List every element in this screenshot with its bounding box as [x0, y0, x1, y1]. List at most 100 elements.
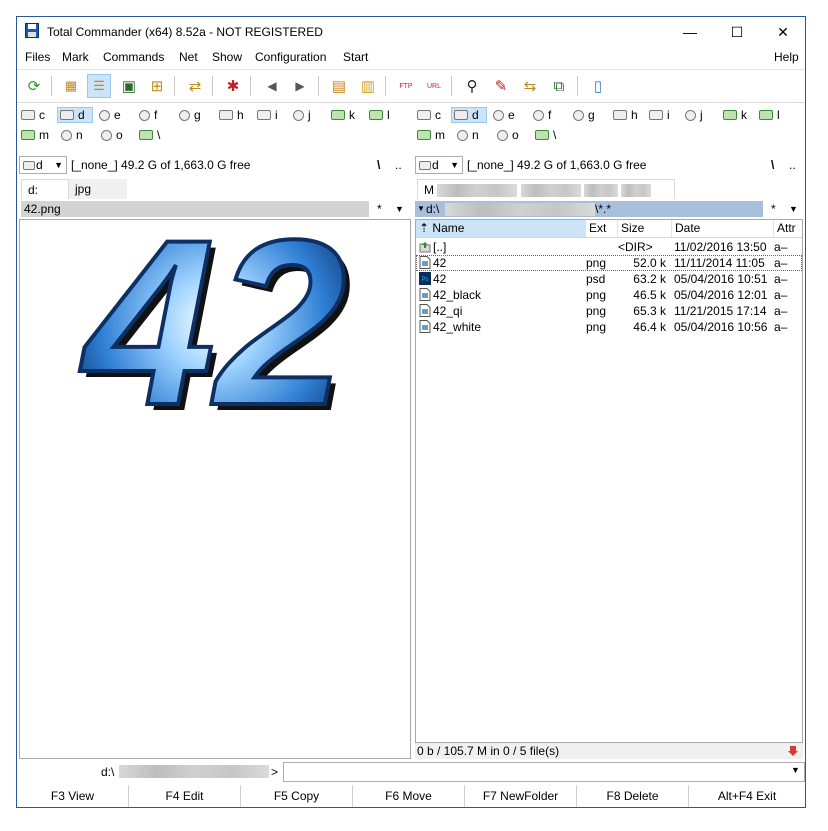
ftp-connect-icon[interactable]: FTP: [394, 74, 418, 98]
right-history-dropdown[interactable]: ▼: [789, 201, 798, 217]
sync-dirs-icon[interactable]: ⇆: [518, 74, 542, 98]
f5-copy-button[interactable]: F5 Copy: [241, 785, 353, 807]
menu-start[interactable]: Start: [343, 50, 368, 64]
f3-view-button[interactable]: F3 View: [17, 785, 129, 807]
command-history-dropdown-icon[interactable]: ▼: [791, 765, 800, 775]
optical-drive-icon: [179, 109, 190, 121]
pack-files-icon[interactable]: ▤: [327, 74, 351, 98]
hard-drive-icon: [257, 110, 271, 120]
maximize-button[interactable]: ☐: [714, 17, 760, 47]
right-drive-l[interactable]: l: [759, 107, 780, 123]
menu-configuration[interactable]: Configuration: [255, 50, 326, 64]
brief-view-icon[interactable]: ▦: [59, 74, 83, 98]
right-network-neighborhood[interactable]: \: [535, 127, 556, 143]
full-view-icon[interactable]: ☰: [87, 74, 111, 98]
left-filter[interactable]: *: [377, 201, 382, 217]
left-drive-d[interactable]: d: [57, 107, 93, 123]
back-arrow-icon[interactable]: ◀: [260, 74, 284, 98]
refresh-icon[interactable]: ⟳: [22, 74, 46, 98]
file-row[interactable]: 42_black png 46.5 k 05/04/2016 12:01 a–: [416, 287, 802, 303]
f4-edit-button[interactable]: F4 Edit: [129, 785, 241, 807]
column-attr-header[interactable]: Attr: [774, 220, 804, 237]
right-drive-h[interactable]: h: [613, 107, 638, 123]
url-connect-icon[interactable]: URL: [422, 74, 446, 98]
left-drive-j[interactable]: j: [293, 107, 311, 123]
left-drive-o[interactable]: o: [101, 127, 123, 143]
f8-delete-button[interactable]: F8 Delete: [577, 785, 689, 807]
minimize-button[interactable]: —: [667, 17, 713, 47]
redacted-text: [445, 203, 595, 216]
right-tab-current[interactable]: M: [417, 179, 675, 199]
search-binoculars-icon[interactable]: ⚲: [460, 74, 484, 98]
new-file-icon[interactable]: ✱: [221, 74, 245, 98]
left-drive-combo[interactable]: d ▼: [19, 156, 67, 174]
left-drive-m[interactable]: m: [21, 127, 49, 143]
right-root-button[interactable]: \: [771, 158, 774, 172]
right-drive-m[interactable]: m: [417, 127, 445, 143]
right-drive-o[interactable]: o: [497, 127, 519, 143]
left-path-header[interactable]: 42.png * ▼: [21, 201, 409, 217]
column-name-header[interactable]: ⇡ Name: [416, 220, 586, 237]
left-drive-h[interactable]: h: [219, 107, 244, 123]
file-row-focused[interactable]: 42 png 52.0 k 11/11/2014 11:05 a–: [416, 255, 802, 271]
right-drive-g[interactable]: g: [573, 107, 595, 123]
hard-drive-icon: [417, 110, 431, 120]
command-line-input[interactable]: [283, 762, 805, 782]
file-row[interactable]: [..] <DIR> 11/02/2016 13:50 a–: [416, 239, 802, 255]
left-drive-e[interactable]: e: [99, 107, 121, 123]
invert-selection-icon[interactable]: ⇄: [183, 74, 207, 98]
left-drive-f[interactable]: f: [139, 107, 157, 123]
left-drive-c[interactable]: c: [21, 107, 45, 123]
menu-commands[interactable]: Commands: [103, 50, 164, 64]
left-up-button[interactable]: ..: [395, 158, 402, 172]
menu-help[interactable]: Help: [774, 50, 799, 64]
column-ext-header[interactable]: Ext: [586, 220, 618, 237]
right-drive-i[interactable]: i: [649, 107, 670, 123]
column-date-header[interactable]: Date: [672, 220, 774, 237]
title-bar[interactable]: Total Commander (x64) 8.52a - NOT REGIST…: [17, 17, 805, 47]
menu-files[interactable]: Files: [25, 50, 50, 64]
notepad-icon[interactable]: ▯: [586, 74, 610, 98]
left-panel-preview[interactable]: 42 42: [19, 219, 411, 759]
alt-f4-exit-button[interactable]: Alt+F4 Exit: [689, 785, 805, 807]
left-tab-jpg[interactable]: jpg: [69, 179, 127, 199]
menu-show[interactable]: Show: [212, 50, 242, 64]
file-row[interactable]: 42_white png 46.4 k 05/04/2016 10:56 a–: [416, 319, 802, 335]
left-drive-g[interactable]: g: [179, 107, 201, 123]
right-drive-f[interactable]: f: [533, 107, 551, 123]
right-drive-k[interactable]: k: [723, 107, 747, 123]
left-tab-d[interactable]: d:: [21, 179, 69, 199]
left-history-dropdown[interactable]: ▼: [395, 201, 404, 217]
multi-rename-icon[interactable]: ✎: [489, 74, 513, 98]
unpack-files-icon[interactable]: ▥: [356, 74, 380, 98]
right-drive-n[interactable]: n: [457, 127, 479, 143]
left-drive-k[interactable]: k: [331, 107, 355, 123]
right-path-history-icon[interactable]: ▼: [417, 201, 425, 217]
file-row[interactable]: Ps 42 psd 63.2 k 05/04/2016 10:51 a–: [416, 271, 802, 287]
right-filter[interactable]: *: [771, 201, 776, 217]
compare-files-icon[interactable]: ⧉: [547, 74, 571, 98]
file-row[interactable]: 42_qi png 65.3 k 11/21/2015 17:14 a–: [416, 303, 802, 319]
right-up-button[interactable]: ..: [789, 158, 796, 172]
right-drive-c[interactable]: c: [417, 107, 441, 123]
right-drive-d[interactable]: d: [451, 107, 487, 123]
f6-move-button[interactable]: F6 Move: [353, 785, 465, 807]
thumbnails-view-icon[interactable]: ▣: [117, 74, 141, 98]
tree-view-icon[interactable]: ⊞: [145, 74, 169, 98]
right-path-header[interactable]: ▼ d:\ \*.* * ▼: [415, 201, 803, 217]
menu-mark[interactable]: Mark: [62, 50, 89, 64]
left-network-neighborhood[interactable]: \: [139, 127, 160, 143]
close-button[interactable]: ✕: [760, 17, 806, 47]
menu-net[interactable]: Net: [179, 50, 198, 64]
left-drive-l[interactable]: l: [369, 107, 390, 123]
drag-drop-arrow-icon[interactable]: [787, 745, 799, 757]
right-drive-combo[interactable]: d ▼: [415, 156, 463, 174]
column-size-header[interactable]: Size: [618, 220, 672, 237]
forward-arrow-icon[interactable]: ▶: [288, 74, 312, 98]
left-root-button[interactable]: \: [377, 158, 380, 172]
right-drive-e[interactable]: e: [493, 107, 515, 123]
f7-newfolder-button[interactable]: F7 NewFolder: [465, 785, 577, 807]
left-drive-n[interactable]: n: [61, 127, 83, 143]
left-drive-i[interactable]: i: [257, 107, 278, 123]
right-drive-j[interactable]: j: [685, 107, 703, 123]
